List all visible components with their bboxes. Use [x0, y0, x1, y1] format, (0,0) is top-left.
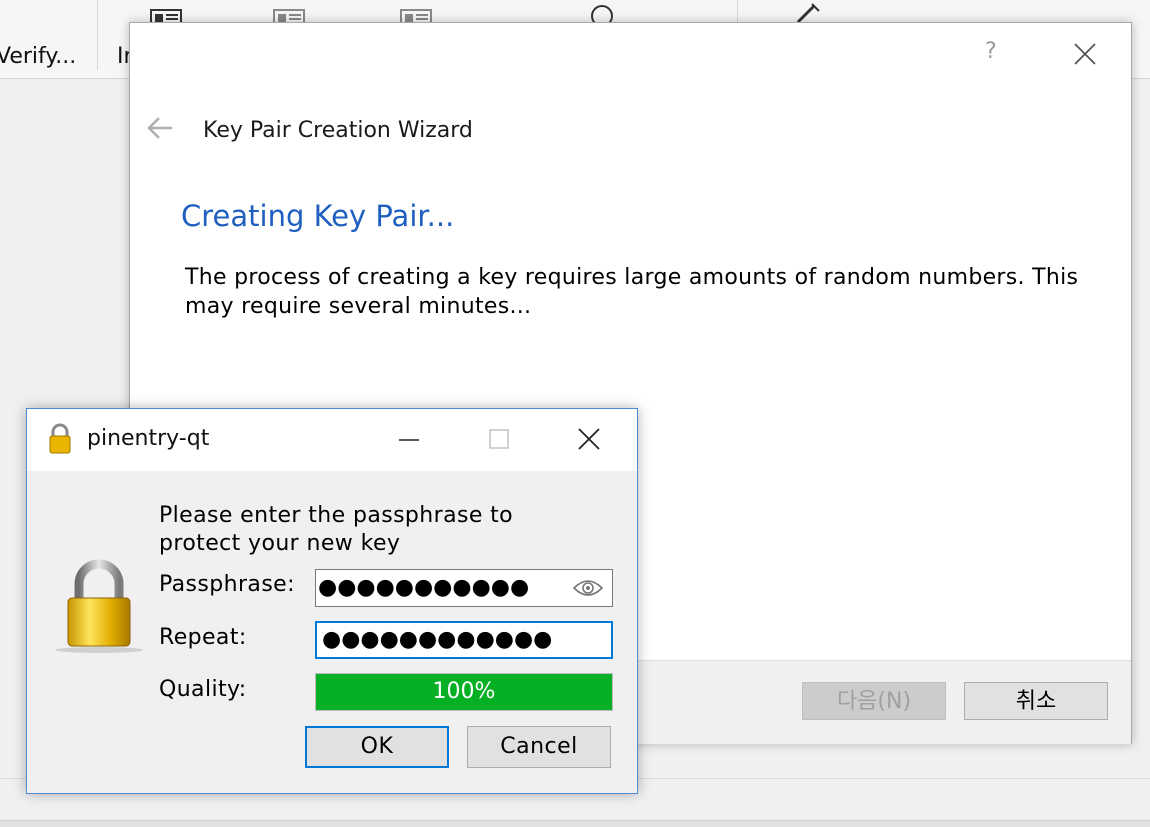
passphrase-masked-value: ●●●●●●●●●●●: [318, 575, 530, 600]
help-button[interactable]: ?: [985, 39, 997, 64]
prompt-description: Please enter the passphrase to protect y…: [159, 503, 514, 556]
cancel-button[interactable]: Cancel: [467, 726, 611, 768]
wizard-title: Key Pair Creation Wizard: [203, 118, 473, 143]
verify-toolbar-label[interactable]: Verify...: [0, 44, 76, 69]
titlebar: pinentry-qt: [27, 409, 637, 471]
passphrase-input[interactable]: ●●●●●●●●●●●: [315, 569, 613, 607]
repeat-input[interactable]: ●●●●●●●●●●●●: [315, 621, 613, 659]
eye-icon[interactable]: [572, 575, 604, 605]
close-icon[interactable]: [575, 425, 603, 453]
page-description: The process of creating a key requires l…: [185, 265, 1079, 319]
repeat-masked-value: ●●●●●●●●●●●●: [322, 627, 553, 652]
passphrase-label: Passphrase:: [159, 572, 295, 597]
pinentry-dialog: pinentry-qt Please enter the passphrase …: [26, 408, 638, 794]
quality-progress-bar: 100%: [315, 673, 613, 711]
padlock-icon: [51, 554, 147, 658]
pencil-icon[interactable]: [792, 2, 822, 24]
toolbar-separator: [97, 0, 98, 70]
quality-label: Quality:: [159, 677, 247, 702]
maximize-icon[interactable]: [487, 427, 511, 451]
repeat-label: Repeat:: [159, 625, 247, 650]
page-heading: Creating Key Pair...: [181, 199, 455, 233]
search-icon[interactable]: [588, 2, 618, 24]
window-title: pinentry-qt: [87, 426, 210, 451]
lock-icon: [47, 423, 73, 459]
quality-percent: 100%: [432, 679, 496, 704]
back-arrow-icon[interactable]: [146, 116, 174, 144]
next-button[interactable]: 다음(N): [802, 682, 946, 720]
close-icon[interactable]: [1070, 39, 1100, 69]
ok-button[interactable]: OK: [305, 726, 449, 768]
minimize-icon[interactable]: [397, 427, 421, 451]
cancel-button[interactable]: 취소: [964, 682, 1108, 720]
